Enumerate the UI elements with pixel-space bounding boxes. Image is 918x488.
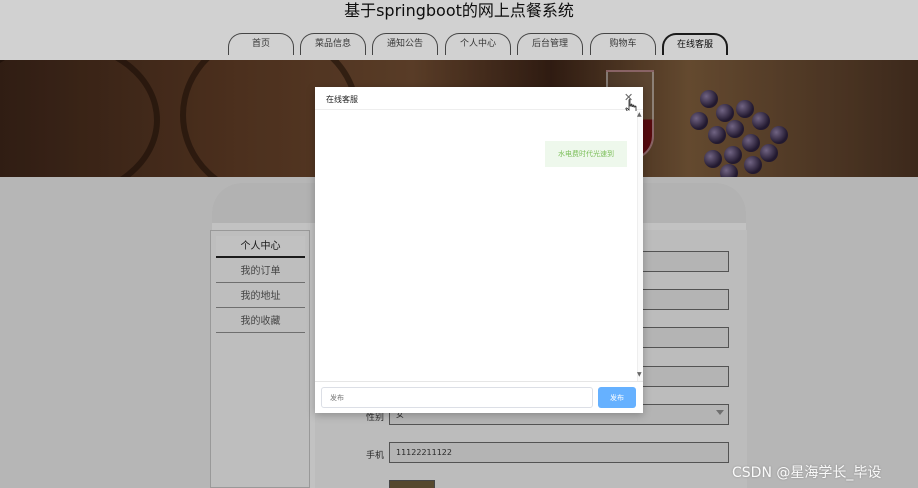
send-button[interactable]: 发布: [598, 387, 636, 408]
dialog-title: 在线客服: [326, 95, 358, 104]
dialog-header: 在线客服 ✕: [315, 87, 643, 115]
watermark: CSDN @星海学长_毕设: [732, 465, 882, 481]
chat-input[interactable]: [321, 387, 593, 408]
chat-message-area[interactable]: 水电费时代光速到: [315, 111, 637, 379]
chat-message: 水电费时代光速到: [545, 141, 627, 167]
chat-scrollbar[interactable]: [637, 111, 643, 381]
chat-dialog: 在线客服 ✕ 水电费时代光速到 ▲ ▼ 发布: [315, 87, 643, 413]
modal-overlay-top: [0, 0, 918, 60]
scroll-down-icon[interactable]: ▼: [637, 371, 642, 378]
scroll-up-icon[interactable]: ▲: [637, 111, 642, 118]
